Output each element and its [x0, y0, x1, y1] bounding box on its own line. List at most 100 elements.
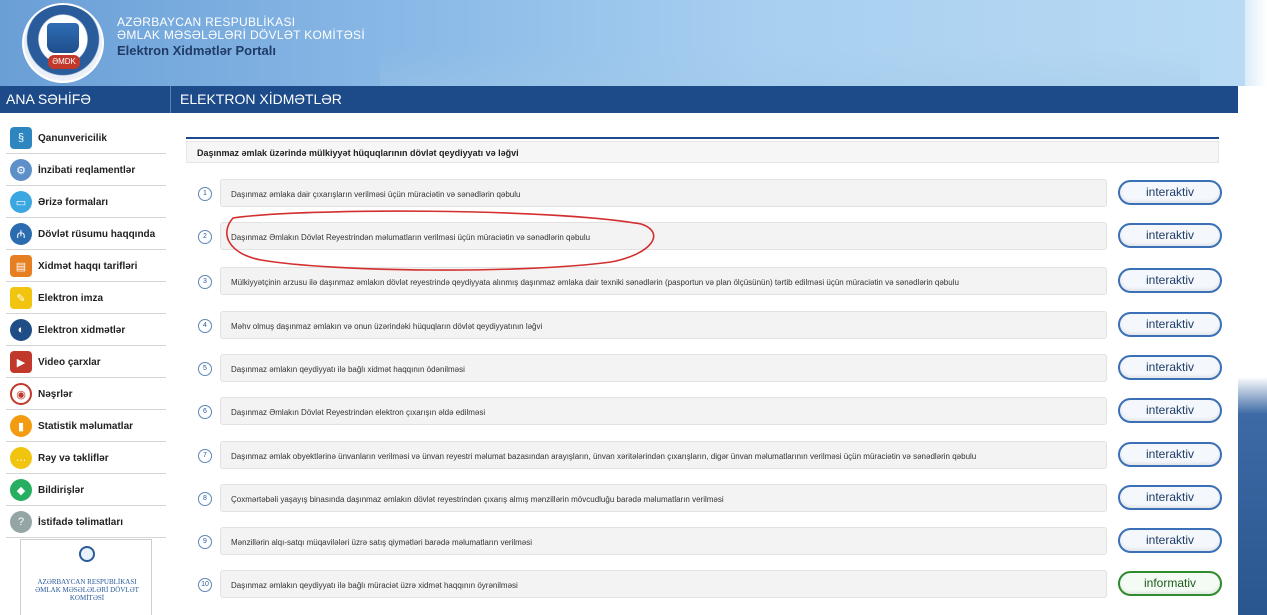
sidebar-item-videos[interactable]: ▶ Video çarxlar [6, 347, 166, 378]
sidebar-item-label: Qanunvericilik [38, 132, 107, 144]
feedback-icon: … [10, 447, 32, 469]
interactive-button[interactable]: interaktiv [1118, 528, 1222, 553]
service-row: 10 Daşınmaz əmlakın qeydiyyatı ilə bağlı… [190, 570, 1240, 600]
sidebar-item-label: İstifadə təlimatları [38, 516, 124, 528]
service-title[interactable]: Məhv olmuş daşınmaz əmlakın və onun üzər… [220, 311, 1107, 339]
service-title[interactable]: Çoxmərtəbəli yaşayış binasında daşınmaz … [220, 484, 1107, 512]
informative-button[interactable]: informativ [1118, 571, 1222, 596]
site-header: ƏMDK AZƏRBAYCAN RESPUBLİKASI ƏMLAK MƏSƏL… [0, 0, 1267, 86]
service-row: 7 Daşınmaz əmlak obyektlərinə ünvanların… [190, 441, 1240, 471]
sidebar-item-e-services[interactable]: ◐ Elektron xidmətlər [6, 315, 166, 346]
sidebar-item-notifications[interactable]: ◆ Bildirişlər [6, 475, 166, 506]
service-row: 4 Məhv olmuş daşınmaz əmlakın və onun üz… [190, 311, 1240, 341]
sidebar-item-label: Bildirişlər [38, 484, 85, 496]
section-title: Daşınmaz əmlak üzərində mülkiyyət hüquql… [186, 141, 1219, 163]
sidebar-item-label: İnzibati reqlamentlər [38, 164, 136, 176]
service-title[interactable]: Daşınmaz əmlakın qeydiyyatı ilə bağlı xi… [220, 354, 1107, 382]
interactive-button[interactable]: interaktiv [1118, 398, 1222, 423]
building-icon [47, 23, 79, 53]
interactive-button[interactable]: interaktiv [1118, 442, 1222, 467]
service-row: 5 Daşınmaz əmlakın qeydiyyatı ilə bağlı … [190, 354, 1240, 384]
gear-icon: ⚙ [10, 159, 32, 181]
committee-banner-card[interactable]: AZƏRBAYCAN RESPUBLİKASI ƏMLAK MƏSƏLƏLƏRİ… [20, 539, 152, 615]
manual-icon: ? [10, 511, 32, 533]
row-number: 6 [198, 405, 212, 419]
law-icon: § [10, 127, 32, 149]
sidebar-item-label: Elektron xidmətlər [38, 324, 126, 336]
sidebar-item-label: Statistik məlumatlar [38, 420, 134, 432]
nav-services-title: ELEKTRON XİDMƏTLƏR [180, 91, 342, 107]
header-edge [1245, 0, 1267, 86]
interactive-button[interactable]: interaktiv [1118, 268, 1222, 293]
committee-logo[interactable]: ƏMDK [22, 3, 104, 83]
service-title[interactable]: Daşınmaz Əmlakın Dövlət Reyestrindən məl… [220, 222, 1107, 250]
row-number: 7 [198, 449, 212, 463]
main-navbar: ANA SƏHİFƏ ELEKTRON XİDMƏTLƏR [0, 86, 1238, 113]
section-top-rule [186, 137, 1219, 139]
publication-icon: ◉ [10, 383, 32, 405]
sidebar-item-label: Xidmət haqqı tarifləri [38, 260, 138, 272]
nav-home-link[interactable]: ANA SƏHİFƏ [6, 91, 91, 107]
fee-icon: ₼ [10, 223, 32, 245]
sidebar-item-service-tariffs[interactable]: ▤ Xidmət haqqı tarifləri [6, 251, 166, 282]
service-title[interactable]: Daşınmaz əmlaka dair çıxarışların verilm… [220, 179, 1107, 207]
header-portal-name: Elektron Xidmətlər Portalı [117, 43, 276, 58]
sidebar-item-forms[interactable]: ▭ Ərizə formaları [6, 187, 166, 218]
sidebar-item-label: Video çarxlar [38, 356, 101, 368]
form-icon: ▭ [10, 191, 32, 213]
sidebar: § Qanunvericilik ⚙ İnzibati reqlamentlər… [0, 119, 166, 615]
banner-card-text: AZƏRBAYCAN RESPUBLİKASI ƏMLAK MƏSƏLƏLƏRİ… [35, 578, 139, 602]
sidebar-item-statistics[interactable]: ▮ Statistik məlumatlar [6, 411, 166, 442]
eservice-icon: ◐ [10, 319, 32, 341]
sidebar-item-regulations[interactable]: ⚙ İnzibati reqlamentlər [6, 155, 166, 186]
notification-icon: ◆ [10, 479, 32, 501]
sidebar-item-state-fee[interactable]: ₼ Dövlət rüsumu haqqında [6, 219, 166, 250]
sidebar-item-legislation[interactable]: § Qanunvericilik [6, 123, 166, 154]
service-title[interactable]: Daşınmaz Əmlakın Dövlət Reyestrindən ele… [220, 397, 1107, 425]
service-title[interactable]: Daşınmaz əmlakın qeydiyyatı ilə bağlı mü… [220, 570, 1107, 598]
page-right-edge [1238, 86, 1267, 615]
interactive-button[interactable]: interaktiv [1118, 180, 1222, 205]
interactive-button[interactable]: interaktiv [1118, 223, 1222, 248]
header-skyline-background [380, 48, 1200, 86]
service-row: 2 Daşınmaz Əmlakın Dövlət Reyestrindən m… [190, 222, 1240, 252]
service-title[interactable]: Mülkiyyətçinin arzusu ilə daşınmaz əmlak… [220, 267, 1107, 295]
row-number: 1 [198, 187, 212, 201]
service-title[interactable]: Daşınmaz əmlak obyektlərinə ünvanların v… [220, 441, 1107, 469]
service-title[interactable]: Mənzillərin alqı-satqı müqavilələri üzrə… [220, 527, 1107, 555]
sidebar-item-label: Dövlət rüsumu haqqında [38, 228, 156, 240]
sidebar-item-publications[interactable]: ◉ Nəşrlər [6, 379, 166, 410]
sidebar-item-feedback[interactable]: … Rəy və təkliflər [6, 443, 166, 474]
service-row: 6 Daşınmaz Əmlakın Dövlət Reyestrindən e… [190, 397, 1240, 427]
service-row: 1 Daşınmaz əmlaka dair çıxarışların veri… [190, 179, 1240, 209]
interactive-button[interactable]: interaktiv [1118, 485, 1222, 510]
header-country: AZƏRBAYCAN RESPUBLİKASI [117, 15, 296, 29]
video-icon: ▶ [10, 351, 32, 373]
row-number: 8 [198, 492, 212, 506]
header-committee: ƏMLAK MƏSƏLƏLƏRİ DÖVLƏT KOMİTƏSİ [117, 28, 365, 42]
sidebar-item-label: Ərizə formaları [38, 196, 109, 208]
services-panel: Daşınmaz əmlak üzərində mülkiyyət hüquql… [178, 119, 1240, 615]
sidebar-item-e-signature[interactable]: ✎ Elektron imza [6, 283, 166, 314]
statistics-icon: ▮ [10, 415, 32, 437]
row-number: 10 [198, 578, 212, 592]
service-row: 3 Mülkiyyətçinin arzusu ilə daşınmaz əml… [190, 267, 1240, 297]
sidebar-item-label: Elektron imza [38, 292, 104, 304]
interactive-button[interactable]: interaktiv [1118, 355, 1222, 380]
service-row: 8 Çoxmərtəbəli yaşayış binasında daşınma… [190, 484, 1240, 514]
logo-badge: ƏMDK [48, 55, 80, 69]
sidebar-item-label: Nəşrlər [38, 388, 73, 400]
emblem-icon [79, 546, 95, 562]
row-number: 4 [198, 319, 212, 333]
sidebar-item-user-manuals[interactable]: ? İstifadə təlimatları [6, 507, 166, 538]
tariff-icon: ▤ [10, 255, 32, 277]
nav-divider [170, 86, 171, 113]
row-number: 5 [198, 362, 212, 376]
service-row: 9 Mənzillərin alqı-satqı müqavilələri üz… [190, 527, 1240, 557]
row-number: 3 [198, 275, 212, 289]
interactive-button[interactable]: interaktiv [1118, 312, 1222, 337]
row-number: 2 [198, 230, 212, 244]
row-number: 9 [198, 535, 212, 549]
signature-icon: ✎ [10, 287, 32, 309]
sidebar-item-label: Rəy və təkliflər [38, 452, 109, 464]
